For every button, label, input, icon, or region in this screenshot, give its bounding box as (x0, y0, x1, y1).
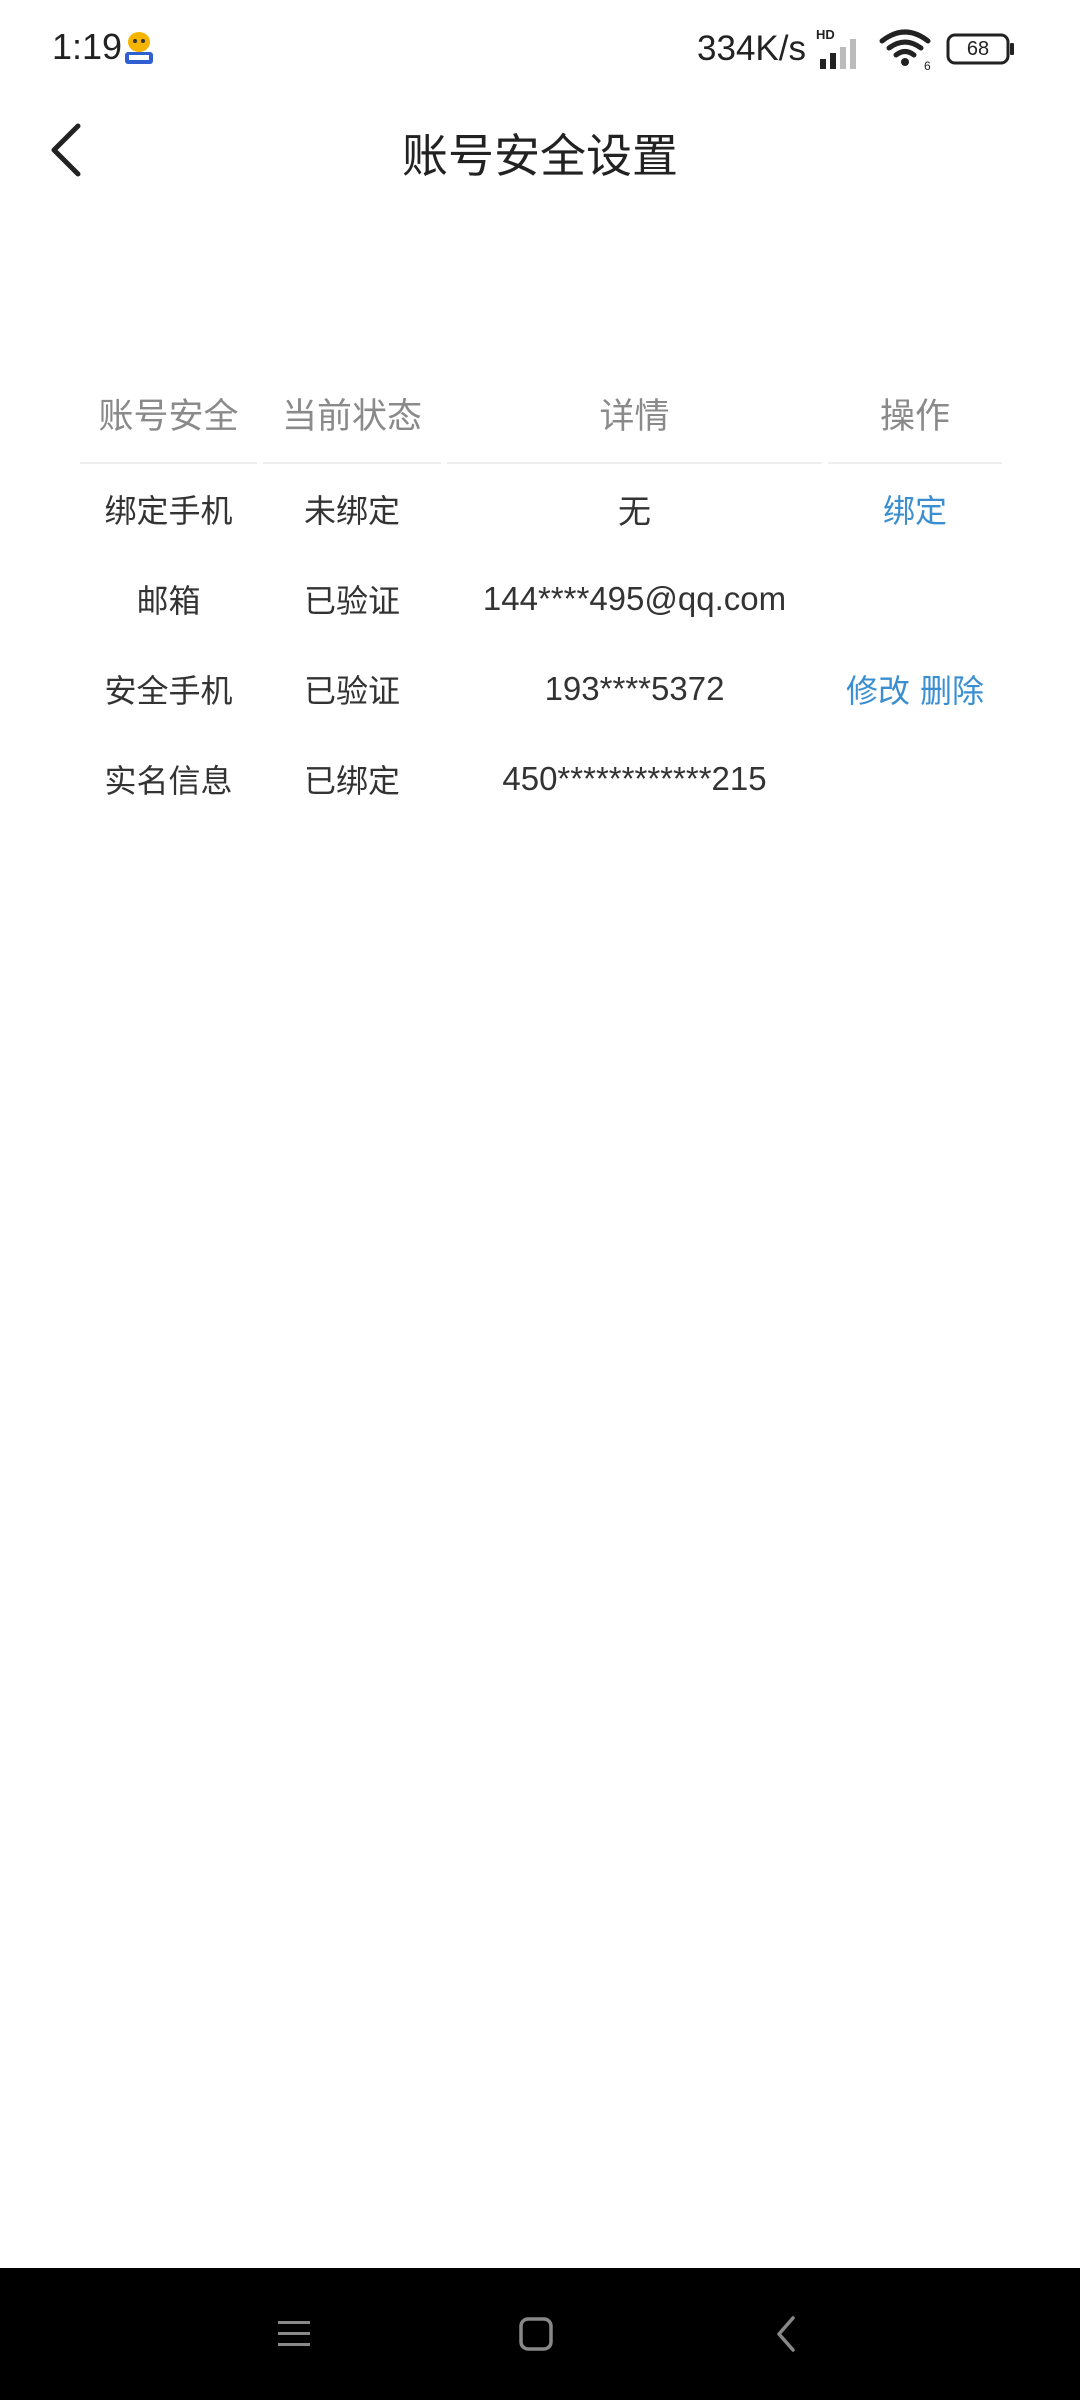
sim-slot-label: 6 (924, 59, 931, 71)
recent-apps-button[interactable] (266, 2306, 322, 2362)
home-square-icon (519, 2317, 553, 2351)
column-header-status: 当前状态 (263, 370, 441, 464)
row-actions: 绑定 (828, 486, 1002, 532)
account-security-table: 账号安全 当前状态 详情 操作 绑定手机 未绑定 无 绑定 邮箱 已验证 144… (80, 370, 1002, 824)
battery-indicator: 68 (946, 33, 1016, 65)
row-actions: 修改 删除 (828, 666, 1002, 712)
table-row-security-phone: 安全手机 已验证 193****5372 修改 删除 (80, 644, 1002, 734)
wifi-icon: 6 (879, 29, 931, 71)
delete-security-phone-button[interactable]: 删除 (920, 672, 984, 710)
row-item-label: 实名信息 (104, 762, 233, 800)
signal-bars-icon: HD (816, 27, 856, 69)
menu-icon (278, 2321, 310, 2346)
table-header-row: 账号安全 当前状态 详情 操作 (80, 370, 1002, 464)
row-item-label: 绑定手机 (104, 492, 233, 530)
column-header-item: 账号安全 (80, 370, 257, 464)
system-navigation-bar (0, 2268, 1080, 2400)
bind-phone-button[interactable]: 绑定 (883, 492, 947, 530)
table-row-bind-phone: 绑定手机 未绑定 无 绑定 (80, 464, 1002, 554)
row-detail: 450************215 (502, 760, 767, 797)
app-mascot-icon (125, 32, 153, 64)
row-status: 已绑定 (303, 762, 400, 800)
column-header-detail: 详情 (447, 370, 822, 464)
row-detail: 144****495@qq.com (482, 580, 787, 617)
status-time: 1:19 (52, 26, 123, 67)
page-title: 账号安全设置 (402, 129, 678, 183)
row-item-label: 安全手机 (104, 672, 233, 710)
home-button[interactable] (508, 2306, 564, 2362)
status-bar: 1:19 334K/s HD 6 68 (0, 0, 1080, 100)
system-back-icon (777, 2316, 795, 2352)
table-row-email: 邮箱 已验证 144****495@qq.com (80, 554, 1002, 644)
row-detail: 无 (618, 493, 651, 530)
battery-level: 68 (966, 37, 990, 60)
system-back-button[interactable] (758, 2306, 814, 2362)
column-header-action: 操作 (828, 370, 1002, 464)
header-bar: 账号安全设置 (0, 100, 1080, 200)
network-speed: 334K/s (697, 29, 806, 68)
table-row-real-name: 实名信息 已绑定 450************215 (80, 734, 1002, 824)
row-status: 已验证 (303, 582, 400, 620)
network-badge: HD (816, 27, 835, 42)
status-indicators: 334K/s HD 6 68 (697, 24, 1016, 74)
row-status: 未绑定 (303, 492, 400, 530)
edit-security-phone-button[interactable]: 修改 (846, 672, 910, 710)
row-detail: 193****5372 (544, 670, 725, 707)
row-status: 已验证 (303, 672, 400, 710)
row-item-label: 邮箱 (136, 582, 201, 620)
